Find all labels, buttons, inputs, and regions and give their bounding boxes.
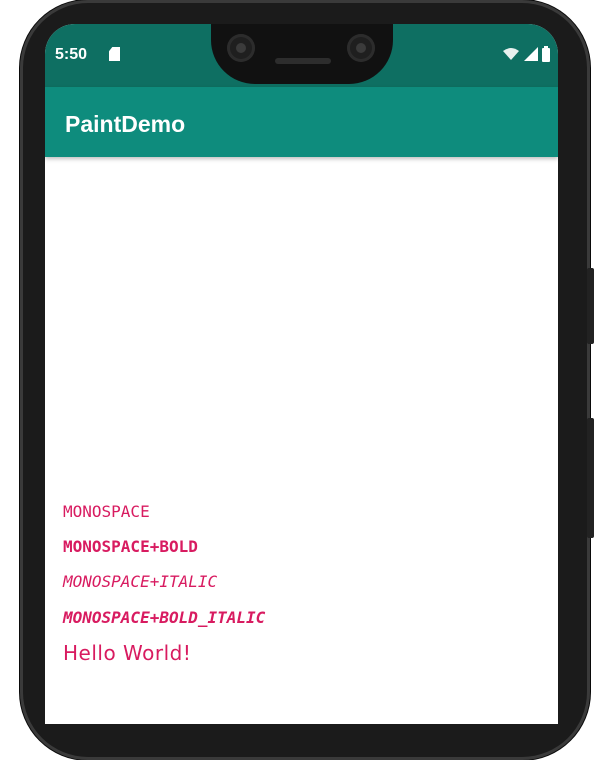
app-title: PaintDemo <box>65 111 186 137</box>
battery-icon <box>542 46 550 62</box>
volume-button <box>587 418 594 538</box>
sample-text-monospace-bold-italic: MONOSPACE+BOLD_ITALIC <box>63 608 266 627</box>
sd-card-icon <box>109 47 120 61</box>
sample-text-monospace-bold: MONOSPACE+BOLD <box>63 537 198 556</box>
earpiece-speaker <box>275 58 331 64</box>
app-bar: PaintDemo <box>45 87 558 157</box>
front-sensor-icon <box>347 34 375 62</box>
wifi-icon <box>502 47 520 61</box>
status-bar: 5:50 <box>45 24 558 87</box>
sample-text-hello-world: Hello World! <box>63 641 192 665</box>
power-button <box>587 268 594 344</box>
signal-icon <box>524 47 538 61</box>
status-icons <box>502 46 550 62</box>
status-time: 5:50 <box>55 46 88 63</box>
display-notch <box>211 24 393 84</box>
front-camera-icon <box>227 34 255 62</box>
device-screen: 5:50 PaintDemo MONOSPACE MONOSPACE+BOLD … <box>45 24 558 724</box>
sample-text-monospace: MONOSPACE <box>63 502 150 521</box>
sample-text-monospace-italic: MONOSPACE+ITALIC <box>63 572 218 591</box>
